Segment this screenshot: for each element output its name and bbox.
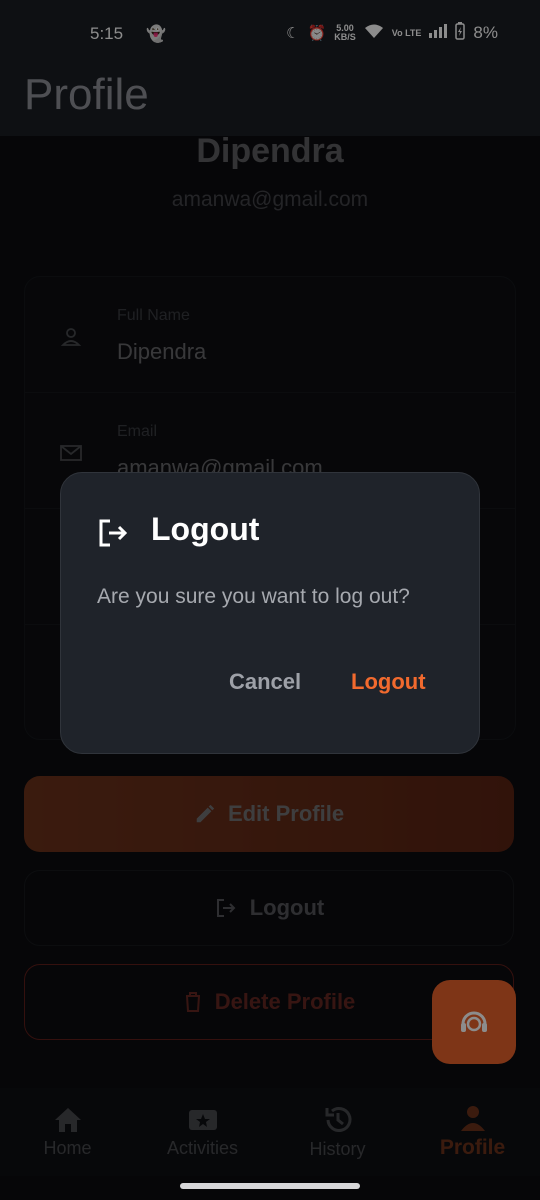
cancel-button[interactable]: Cancel: [229, 669, 301, 695]
logout-dialog: Logout Are you sure you want to log out?…: [60, 472, 480, 754]
gesture-bar[interactable]: [180, 1183, 360, 1189]
logout-icon: [99, 519, 128, 547]
dialog-message: Are you sure you want to log out?: [97, 585, 410, 608]
dialog-title: Logout: [151, 511, 260, 547]
confirm-logout-button[interactable]: Logout: [351, 669, 426, 695]
